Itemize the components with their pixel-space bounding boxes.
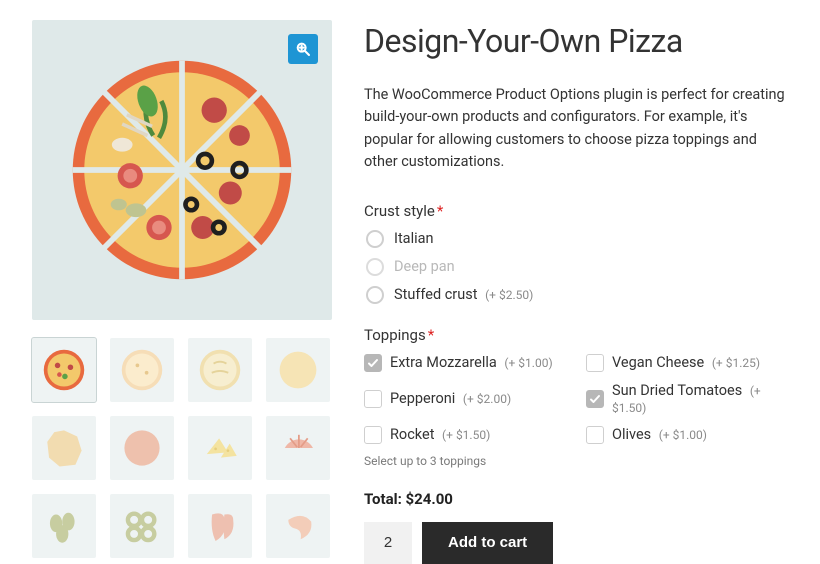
radio-icon: [366, 286, 384, 304]
total-price: Total: $24.00: [364, 490, 788, 508]
thumbnail-pizza-full[interactable]: [32, 338, 96, 402]
thumbnail-dough-beige[interactable]: [32, 416, 96, 480]
thumbnail-pizza-plain-light[interactable]: [110, 338, 174, 402]
option-label: Italian: [394, 230, 434, 247]
option-group-crust: Crust style* Italian Deep pan Stuffed cr…: [364, 202, 788, 304]
product-details: Design-Your-Own Pizza The WooCommerce Pr…: [364, 20, 788, 564]
thumbnail-olives-green[interactable]: [32, 494, 96, 558]
product-page: Design-Your-Own Pizza The WooCommerce Pr…: [32, 20, 788, 564]
option-price: (+ $1.00): [659, 428, 707, 442]
checkbox-icon: [586, 390, 604, 408]
checkbox-icon: [586, 354, 604, 372]
checkbox-icon: [364, 390, 382, 408]
thumbnail-grid: [32, 338, 332, 558]
add-to-cart-button[interactable]: Add to cart: [422, 522, 553, 564]
thumbnail-cheese-chunks[interactable]: [188, 416, 252, 480]
thumbnail-chili[interactable]: [188, 494, 252, 558]
required-mark: *: [437, 202, 443, 220]
thumbnail-pizza-cheese[interactable]: [188, 338, 252, 402]
topping-extra-mozzarella[interactable]: Extra Mozzarella (+ $1.00): [364, 354, 566, 372]
checkbox-icon: [586, 426, 604, 444]
option-label: Stuffed crust: [394, 286, 477, 303]
checkbox-icon: [364, 426, 382, 444]
add-to-cart-row: Add to cart: [364, 522, 788, 564]
product-title: Design-Your-Own Pizza: [364, 22, 788, 60]
thumbnail-olive-rings[interactable]: [110, 494, 174, 558]
option-price: (+ $1.25): [712, 356, 760, 370]
crust-label: Crust style*: [364, 202, 788, 220]
option-group-toppings: Toppings* Extra Mozzarella (+ $1.00) Veg…: [364, 326, 788, 468]
pizza-illustration: [67, 55, 297, 285]
topping-olives[interactable]: Olives (+ $1.00): [586, 426, 788, 444]
thumbnail-shrimp[interactable]: [266, 494, 330, 558]
toppings-options: Extra Mozzarella (+ $1.00) Vegan Cheese …: [364, 354, 788, 444]
product-gallery: [32, 20, 332, 564]
option-label: Olives: [612, 426, 651, 443]
toppings-label: Toppings*: [364, 326, 788, 344]
toppings-label-text: Toppings: [364, 326, 426, 344]
required-mark: *: [428, 326, 434, 344]
topping-sun-dried-tomatoes[interactable]: Sun Dried Tomatoes (+ $1.50): [586, 382, 788, 416]
main-product-image[interactable]: [32, 20, 332, 320]
option-label: Extra Mozzarella: [390, 354, 497, 371]
checkbox-icon: [364, 354, 382, 372]
thumbnail-dough-red[interactable]: [110, 416, 174, 480]
option-price: (+ $2.50): [485, 288, 533, 302]
crust-label-text: Crust style: [364, 202, 435, 220]
option-label: Deep pan: [394, 258, 455, 275]
quantity-input[interactable]: [364, 522, 412, 564]
crust-options: Italian Deep pan Stuffed crust (+ $2.50): [364, 230, 788, 304]
toppings-helper: Select up to 3 toppings: [364, 454, 788, 468]
topping-pepperoni[interactable]: Pepperoni (+ $2.00): [364, 382, 566, 416]
radio-icon: [366, 258, 384, 276]
option-price: (+ $1.00): [504, 356, 552, 370]
option-label: Pepperoni: [390, 390, 455, 407]
option-label: Vegan Cheese: [612, 354, 704, 371]
option-price: (+ $1.50): [442, 428, 490, 442]
thumbnail-dough-plain[interactable]: [266, 338, 330, 402]
crust-option-stuffed[interactable]: Stuffed crust (+ $2.50): [366, 286, 788, 304]
crust-option-italian[interactable]: Italian: [366, 230, 788, 248]
option-price: (+ $2.00): [463, 392, 511, 406]
option-label: Sun Dried Tomatoes: [612, 382, 742, 399]
radio-icon: [366, 230, 384, 248]
option-label: Rocket: [390, 426, 434, 443]
zoom-icon[interactable]: [288, 34, 318, 64]
product-description: The WooCommerce Product Options plugin i…: [364, 84, 788, 174]
thumbnail-tomato-slice[interactable]: [266, 416, 330, 480]
topping-vegan-cheese[interactable]: Vegan Cheese (+ $1.25): [586, 354, 788, 372]
crust-option-deep-pan[interactable]: Deep pan: [366, 258, 788, 276]
topping-rocket[interactable]: Rocket (+ $1.50): [364, 426, 566, 444]
